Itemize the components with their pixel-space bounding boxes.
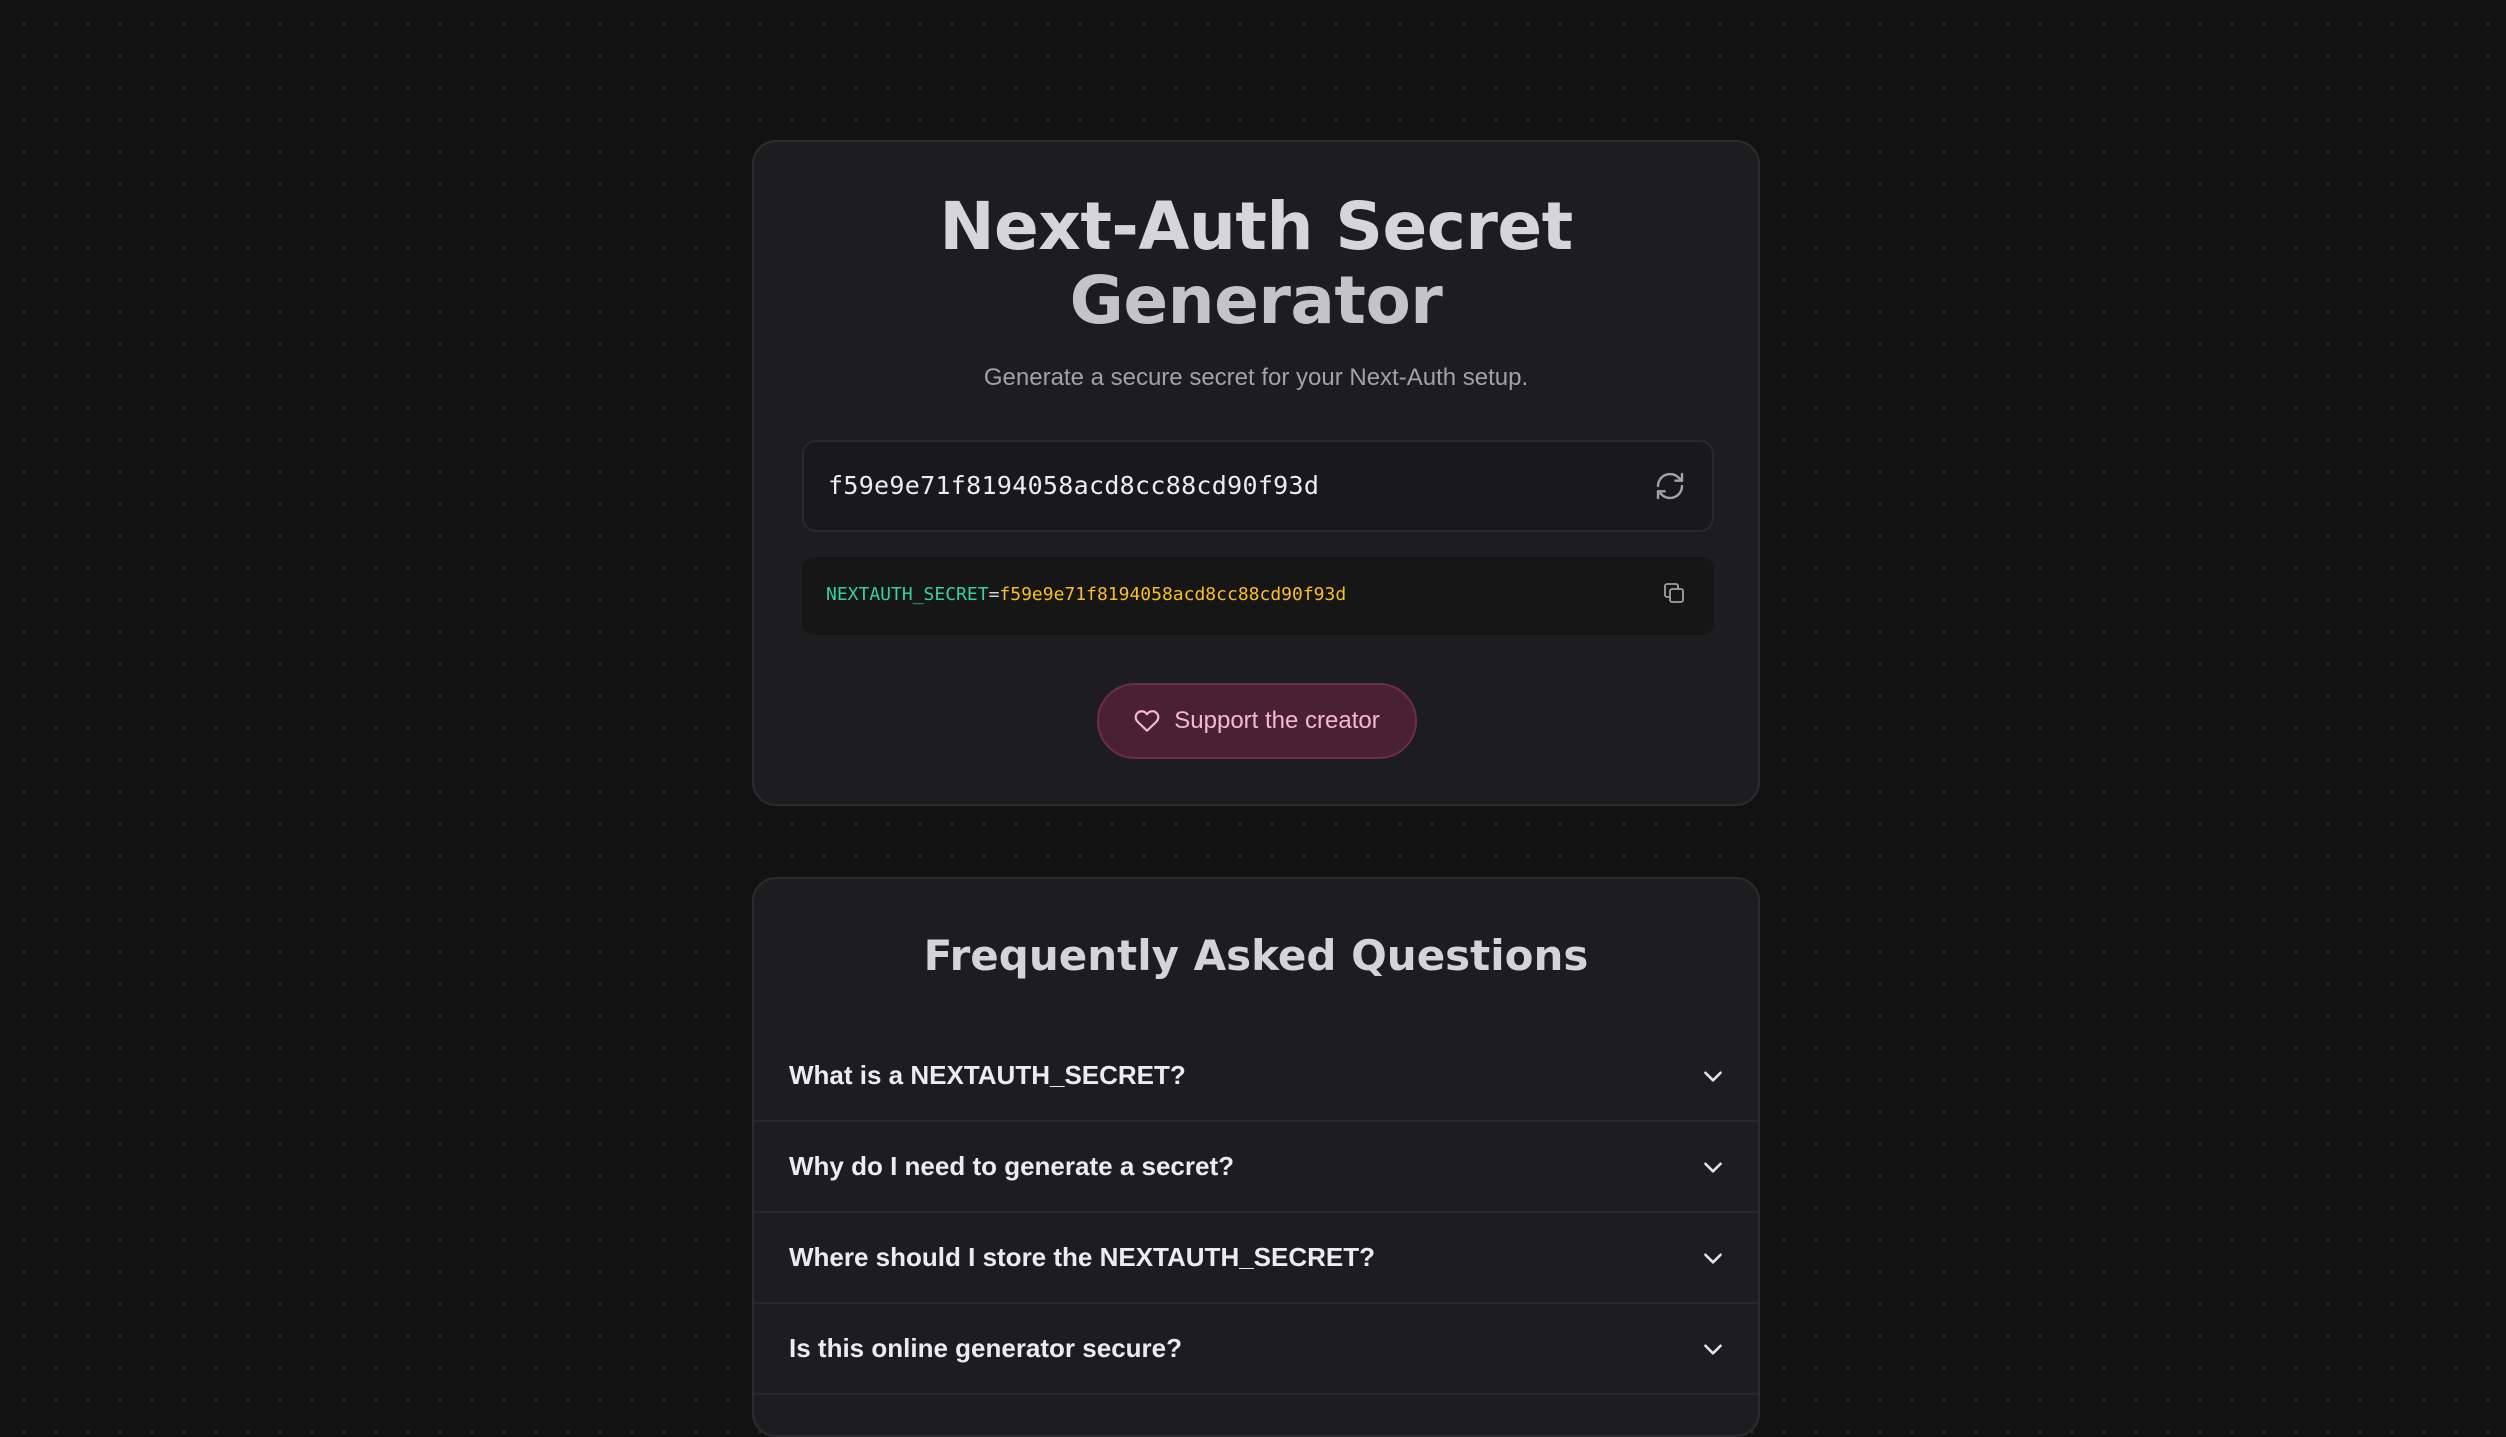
chevron-down-icon (1700, 1063, 1726, 1089)
faq-question: Where should I store the NEXTAUTH_SECRET… (789, 1242, 1376, 1272)
chevron-down-icon (1700, 1245, 1726, 1271)
secret-output-field[interactable]: f59e9e71f8194058acd8cc88cd90f93d (802, 440, 1714, 532)
env-key: NEXTAUTH_SECRET (826, 584, 989, 605)
faq-item[interactable]: Where should I store the NEXTAUTH_SECRET… (754, 1213, 1758, 1304)
heart-icon (1134, 710, 1160, 732)
page-title-line2: Generator (1069, 262, 1443, 339)
page-title: Next-Auth Secret Generator (754, 190, 1758, 338)
env-equals: = (988, 584, 1000, 605)
page-subtitle: Generate a secure secret for your Next-A… (983, 364, 1529, 391)
support-creator-button[interactable]: Support the creator (1097, 683, 1417, 759)
regenerate-button[interactable] (1652, 468, 1688, 504)
faq-item[interactable]: What is a NEXTAUTH_SECRET? (754, 1031, 1758, 1122)
faq-item[interactable]: Why do I need to generate a secret? (754, 1122, 1758, 1213)
secret-value[interactable]: f59e9e71f8194058acd8cc88cd90f93d (828, 471, 1319, 500)
faq-title: Frequently Asked Questions (923, 931, 1589, 980)
support-creator-label: Support the creator (1174, 707, 1380, 734)
env-line: NEXTAUTH_SECRET=f59e9e71f8194058acd8cc88… (826, 584, 1346, 605)
faq-item[interactable]: Is this online generator secure? (754, 1304, 1758, 1395)
faq-question: What is a NEXTAUTH_SECRET? (789, 1060, 1186, 1090)
copy-button[interactable] (1660, 579, 1688, 607)
env-snippet: NEXTAUTH_SECRET=f59e9e71f8194058acd8cc88… (802, 557, 1714, 635)
page-title-line1: Next-Auth Secret (939, 188, 1573, 265)
generator-card: Next-Auth Secret Generator Generate a se… (752, 140, 1760, 806)
faq-list: What is a NEXTAUTH_SECRET? Why do I need… (754, 1031, 1758, 1395)
env-value: f59e9e71f8194058acd8cc88cd90f93d (999, 584, 1347, 605)
faq-question: Is this online generator secure? (789, 1333, 1182, 1363)
refresh-icon (1656, 472, 1684, 500)
copy-icon (1664, 583, 1684, 603)
faq-card: Frequently Asked Questions What is a NEX… (752, 877, 1760, 1437)
chevron-down-icon (1700, 1154, 1726, 1180)
faq-question: Why do I need to generate a secret? (789, 1151, 1234, 1181)
chevron-down-icon (1700, 1336, 1726, 1362)
